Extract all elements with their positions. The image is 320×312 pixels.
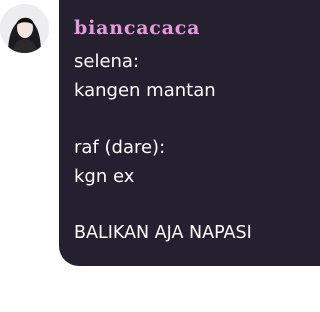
message-line: BALIKAN AJA NAPASI: [74, 223, 252, 243]
avatar[interactable]: [0, 4, 49, 53]
message-line: raf (dare):: [74, 137, 166, 158]
message-line: kgn ex: [74, 166, 135, 187]
message-line: kangen mantan: [74, 80, 216, 101]
message-line: selena:: [74, 51, 140, 72]
message-username[interactable]: biancacaca: [74, 15, 200, 41]
profile-photo-icon: [0, 4, 49, 53]
